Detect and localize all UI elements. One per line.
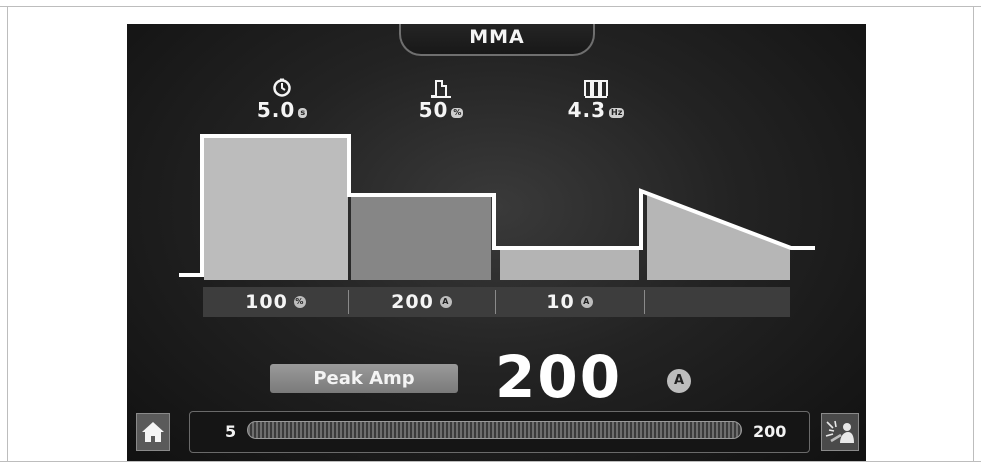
welding-button[interactable] [821,413,859,451]
selected-param-unit: A [667,369,691,393]
frame-top-border [0,6,981,7]
phase-4-bar[interactable] [647,194,790,280]
phase-2-bar[interactable] [351,197,491,280]
phase-1-unit: % [293,296,306,308]
welding-icon [825,420,854,443]
slider-min-label: 5 [225,422,237,441]
slider-max-label: 200 [753,422,787,441]
slider-fill [248,422,741,438]
phase-4-value-cell[interactable] [645,287,790,317]
phase-2-value: 200 [391,291,434,313]
selected-param-label: Peak Amp [270,364,458,393]
phase-1-value-cell[interactable]: 100% [203,287,348,317]
home-icon [142,422,164,442]
home-button[interactable] [136,413,170,451]
phase-2-value-cell[interactable]: 200 A [349,287,494,317]
phase-1-value: 100 [245,291,288,313]
frame-bottom-border [0,461,981,462]
selected-param-value: 200 [495,343,623,411]
phase-3-value: 10 [546,291,575,313]
phase-3-unit: A [580,296,593,308]
phase-3-value-cell[interactable]: 10 A [496,287,643,317]
phase-3-bar[interactable] [500,250,639,280]
slider-track[interactable] [247,421,742,439]
phase-2-unit: A [439,296,452,308]
frame-left-border [7,6,8,462]
waveform-graph [179,134,815,280]
phase-1-bar[interactable] [204,138,348,280]
phase-values-strip: 100% 200 A 10 A [203,287,790,317]
value-slider[interactable]: 5 200 [189,411,810,453]
welder-display: MMA 5.0 s 50% 4.3 Hz 100% 200 A 10 A Pea… [127,24,866,461]
selected-param-name: Peak Amp [313,368,415,389]
frame-right-border [973,6,974,462]
